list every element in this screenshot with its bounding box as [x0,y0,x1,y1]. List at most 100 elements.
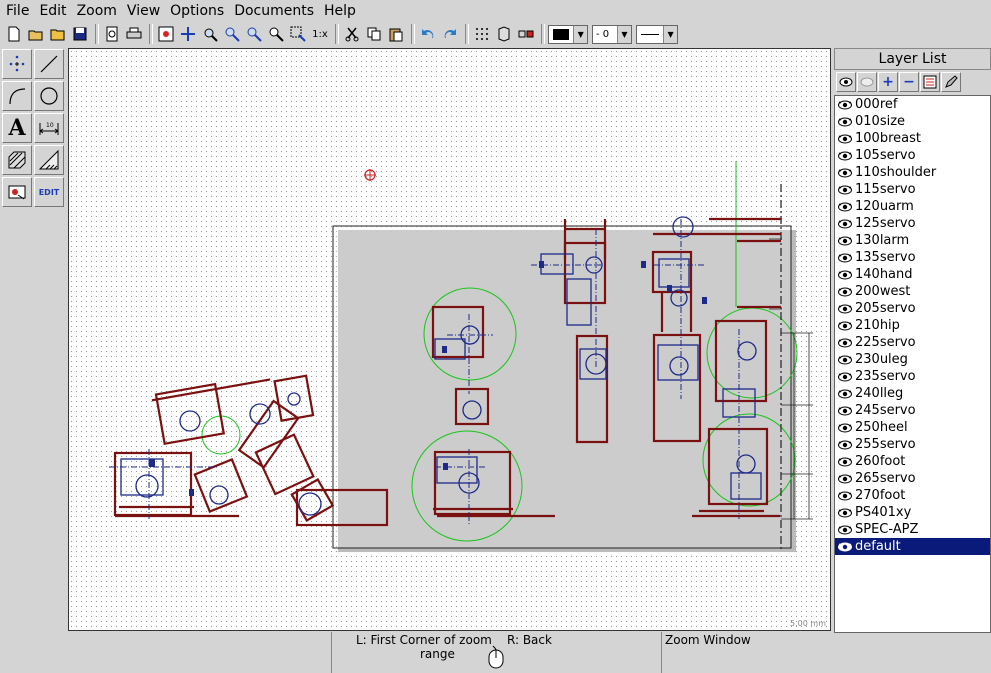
layer-row[interactable]: 135servo [835,249,990,266]
layer-row[interactable]: 130larm [835,232,990,249]
zoom-out-icon[interactable] [244,24,264,44]
line-tool[interactable] [34,49,64,79]
measure-tool[interactable] [34,145,64,175]
layer-row[interactable]: 110shoulder [835,164,990,181]
zoom-pan-icon[interactable] [178,24,198,44]
layer-row[interactable]: 270foot [835,487,990,504]
circle-tool[interactable] [34,81,64,111]
eye-icon[interactable] [837,303,853,315]
menu-zoom[interactable]: Zoom [72,3,122,19]
layer-row[interactable]: 250heel [835,419,990,436]
eye-icon[interactable] [837,439,853,451]
layer-row[interactable]: 225servo [835,334,990,351]
drawing-canvas[interactable]: 5.00 mm [68,48,831,631]
eye-icon[interactable] [837,541,853,553]
print-preview-icon[interactable] [102,24,122,44]
new-icon[interactable] [4,24,24,44]
eye-icon[interactable] [837,252,853,264]
block-tool[interactable] [2,177,32,207]
edit-tool[interactable]: EDIT [34,177,64,207]
eye-icon[interactable] [837,235,853,247]
open-folder-icon[interactable] [48,24,68,44]
layer-row[interactable]: 210hip [835,317,990,334]
zoom-page-icon[interactable] [200,24,220,44]
eye-icon[interactable] [837,337,853,349]
layer-row[interactable]: 245servo [835,402,990,419]
dimension-tool[interactable]: 10 [34,113,64,143]
save-icon[interactable] [70,24,90,44]
layer-row[interactable]: PS401xy [835,504,990,521]
eye-icon[interactable] [837,524,853,536]
snap-icon[interactable] [516,24,536,44]
show-all-icon[interactable] [836,72,856,92]
draft-icon[interactable] [494,24,514,44]
line-width-select[interactable]: - 0 ▼ [592,24,632,44]
eye-icon[interactable] [837,490,853,502]
layer-row[interactable]: 205servo [835,300,990,317]
layer-row[interactable]: 010size [835,113,990,130]
eye-icon[interactable] [837,269,853,281]
menu-documents[interactable]: Documents [229,3,319,19]
cut-icon[interactable] [342,24,362,44]
eye-icon[interactable] [837,167,853,179]
paste-icon[interactable] [386,24,406,44]
layer-row[interactable]: 235servo [835,368,990,385]
arc-tool[interactable] [2,81,32,111]
points-tool[interactable] [2,49,32,79]
zoom-window-icon[interactable] [266,24,286,44]
eye-icon[interactable] [837,456,853,468]
layer-row[interactable]: 120uarm [835,198,990,215]
layer-row[interactable]: default [835,538,990,555]
eye-icon[interactable] [837,99,853,111]
eye-icon[interactable] [837,116,853,128]
layer-row[interactable]: SPEC-APZ [835,521,990,538]
layer-row[interactable]: 265servo [835,470,990,487]
zoom-previous-icon[interactable] [288,24,308,44]
menu-file[interactable]: File [0,3,34,19]
layer-row[interactable]: 200west [835,283,990,300]
eye-icon[interactable] [837,371,853,383]
layer-row[interactable]: 100breast [835,130,990,147]
eye-icon[interactable] [837,507,853,519]
hatch-tool[interactable] [2,145,32,175]
menu-options[interactable]: Options [165,3,229,19]
remove-layer-icon[interactable]: − [899,72,919,92]
edit-layer-icon[interactable] [941,72,961,92]
eye-icon[interactable] [837,184,853,196]
layer-row[interactable]: 260foot [835,453,990,470]
eye-icon[interactable] [837,201,853,213]
layer-row[interactable]: 125servo [835,215,990,232]
redo-icon[interactable] [440,24,460,44]
print-icon[interactable] [124,24,144,44]
layer-row[interactable]: 000ref [835,96,990,113]
zoom-in-icon[interactable] [222,24,242,44]
copy-icon[interactable] [364,24,384,44]
eye-icon[interactable] [837,422,853,434]
layer-row[interactable]: 115servo [835,181,990,198]
eye-icon[interactable] [837,388,853,400]
eye-icon[interactable] [837,320,853,332]
add-layer-icon[interactable]: + [878,72,898,92]
eye-icon[interactable] [837,473,853,485]
layer-row[interactable]: 230uleg [835,351,990,368]
color-select[interactable]: ▼ [548,24,588,44]
zoom-ratio-icon[interactable]: 1:x [310,24,330,44]
line-type-select[interactable]: ▼ [636,24,678,44]
eye-icon[interactable] [837,286,853,298]
menu-edit[interactable]: Edit [34,3,71,19]
eye-icon[interactable] [837,133,853,145]
layer-row[interactable]: 240lleg [835,385,990,402]
layer-row[interactable]: 105servo [835,147,990,164]
eye-icon[interactable] [837,150,853,162]
eye-icon[interactable] [837,405,853,417]
grid-icon[interactable] [472,24,492,44]
eye-icon[interactable] [837,218,853,230]
text-tool[interactable]: A [2,113,32,143]
eye-icon[interactable] [837,354,853,366]
menu-help[interactable]: Help [319,3,361,19]
hide-all-icon[interactable] [857,72,877,92]
open-icon[interactable] [26,24,46,44]
menu-view[interactable]: View [122,3,165,19]
layer-list[interactable]: 000ref 010size 100breast 105servo 110shoulde… [834,95,991,633]
undo-icon[interactable] [418,24,438,44]
